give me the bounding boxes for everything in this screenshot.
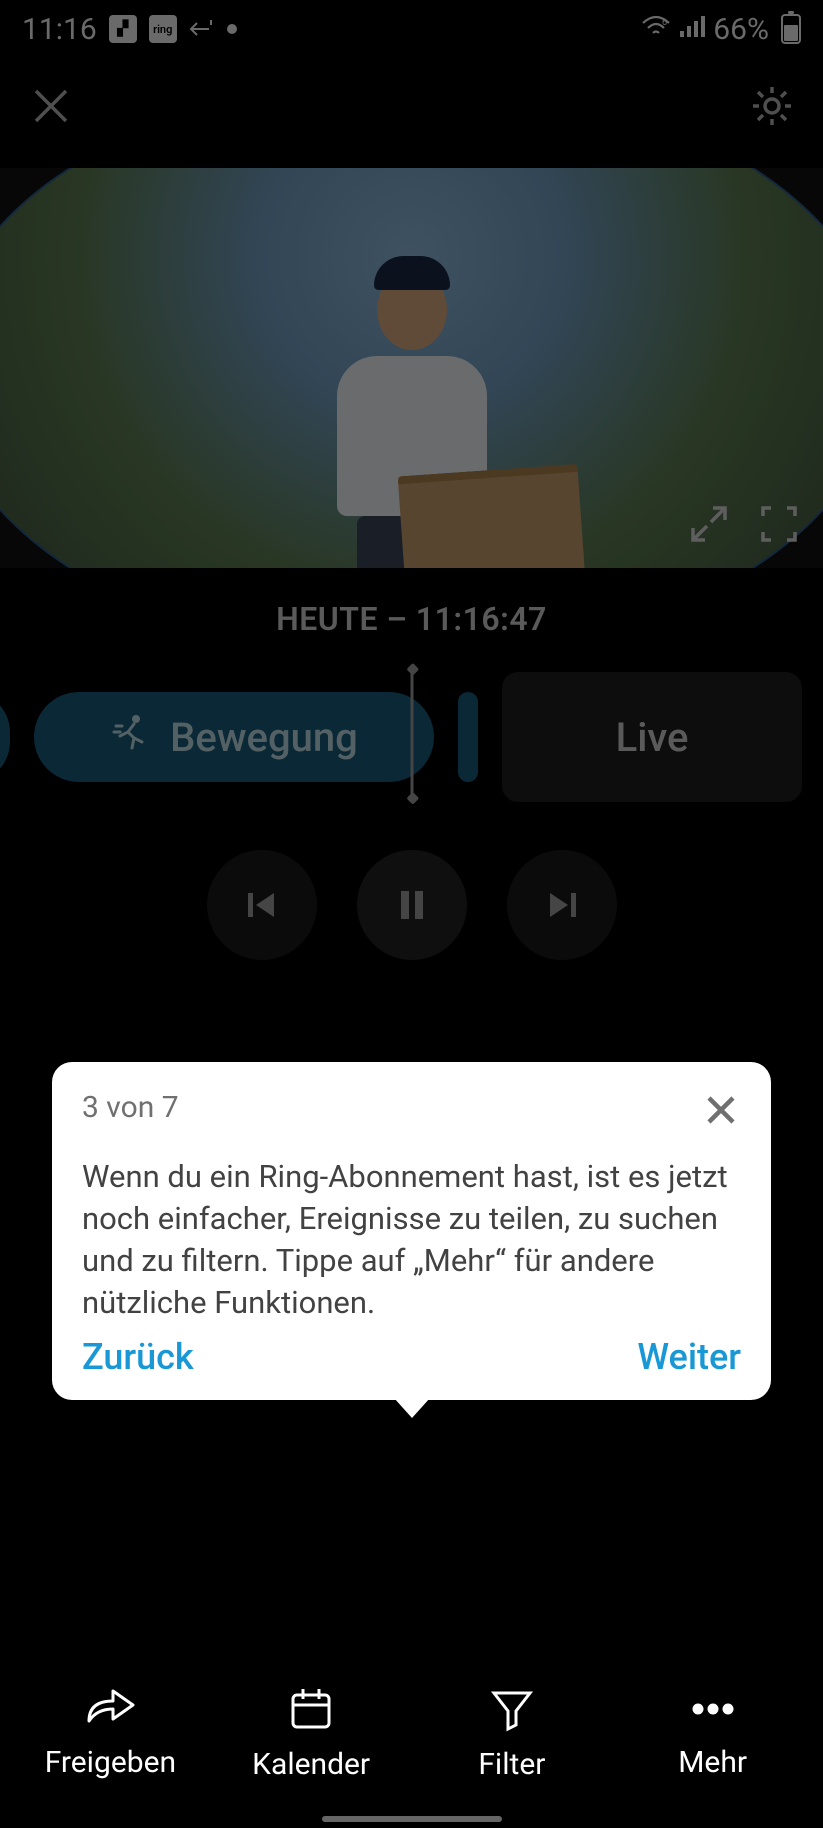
close-icon <box>28 83 74 129</box>
fullscreen-icon <box>757 502 801 546</box>
status-bar: 11:16 ▞ ring 6 66% <box>0 0 823 58</box>
battery-percent: 66% <box>713 12 769 47</box>
nav-share-label: Freigeben <box>45 1745 176 1780</box>
nav-more-label: Mehr <box>678 1745 747 1780</box>
running-person-icon <box>110 712 150 762</box>
nav-filter-label: Filter <box>478 1747 545 1782</box>
pause-button[interactable] <box>357 850 467 960</box>
motion-label: Bewegung <box>170 714 358 761</box>
close-icon <box>701 1090 741 1130</box>
pause-icon <box>390 883 434 927</box>
close-button[interactable] <box>28 83 74 133</box>
nav-share[interactable]: Freigeben <box>20 1687 200 1780</box>
nav-calendar-label: Kalender <box>252 1747 370 1782</box>
timeline-timestamp: HEUTE – 11:16:47 <box>0 600 823 638</box>
gallery-icon: ▞ <box>109 15 137 43</box>
battery-icon <box>781 14 801 44</box>
home-indicator[interactable] <box>322 1816 502 1822</box>
tooltip-back-button[interactable]: Zurück <box>82 1336 194 1378</box>
delivery-person <box>332 270 492 568</box>
skip-previous-icon <box>240 883 284 927</box>
status-left: 11:16 ▞ ring <box>22 12 237 47</box>
timeline-event-partial-2[interactable] <box>458 692 478 782</box>
ring-app-icon: ring <box>149 15 177 43</box>
playback-controls <box>0 850 823 960</box>
tooltip-close-button[interactable] <box>701 1090 741 1134</box>
gear-icon <box>749 83 795 129</box>
fullscreen-button[interactable] <box>757 502 801 550</box>
tooltip-step-counter: 3 von 7 <box>82 1090 179 1125</box>
live-label: Live <box>616 714 689 761</box>
skip-previous-button[interactable] <box>207 850 317 960</box>
skip-next-button[interactable] <box>507 850 617 960</box>
timeline-playhead[interactable] <box>410 672 413 802</box>
timeline-event-partial[interactable] <box>0 692 10 782</box>
calendar-icon <box>287 1685 335 1733</box>
nav-calendar[interactable]: Kalender <box>221 1685 401 1782</box>
svg-text:6: 6 <box>662 18 667 28</box>
app-header <box>0 58 823 158</box>
cell-signal-icon <box>679 12 705 47</box>
expand-button[interactable] <box>687 502 731 550</box>
ellipsis-icon <box>688 1687 738 1731</box>
tooltip-body: Wenn du ein Ring-Abonnement hast, ist es… <box>82 1156 741 1323</box>
status-time: 11:16 <box>22 12 97 47</box>
dot-icon <box>227 24 237 34</box>
reply-icon <box>189 12 215 47</box>
timeline-event-motion[interactable]: Bewegung <box>34 692 434 782</box>
video-preview[interactable] <box>0 168 823 568</box>
tooltip-next-button[interactable]: Weiter <box>637 1336 741 1378</box>
funnel-icon <box>488 1685 536 1733</box>
status-right: 6 66% <box>641 12 801 47</box>
tutorial-tooltip: 3 von 7 Wenn du ein Ring-Abonnement hast… <box>52 1062 771 1400</box>
settings-button[interactable] <box>749 83 795 133</box>
bottom-nav: Freigeben Kalender Filter Mehr <box>0 1658 823 1808</box>
nav-more[interactable]: Mehr <box>623 1687 803 1780</box>
expand-icon <box>687 502 731 546</box>
live-button[interactable]: Live <box>502 672 802 802</box>
skip-next-icon <box>540 883 584 927</box>
nav-filter[interactable]: Filter <box>422 1685 602 1782</box>
wifi-icon: 6 <box>641 12 671 47</box>
share-arrow-icon <box>83 1687 137 1731</box>
